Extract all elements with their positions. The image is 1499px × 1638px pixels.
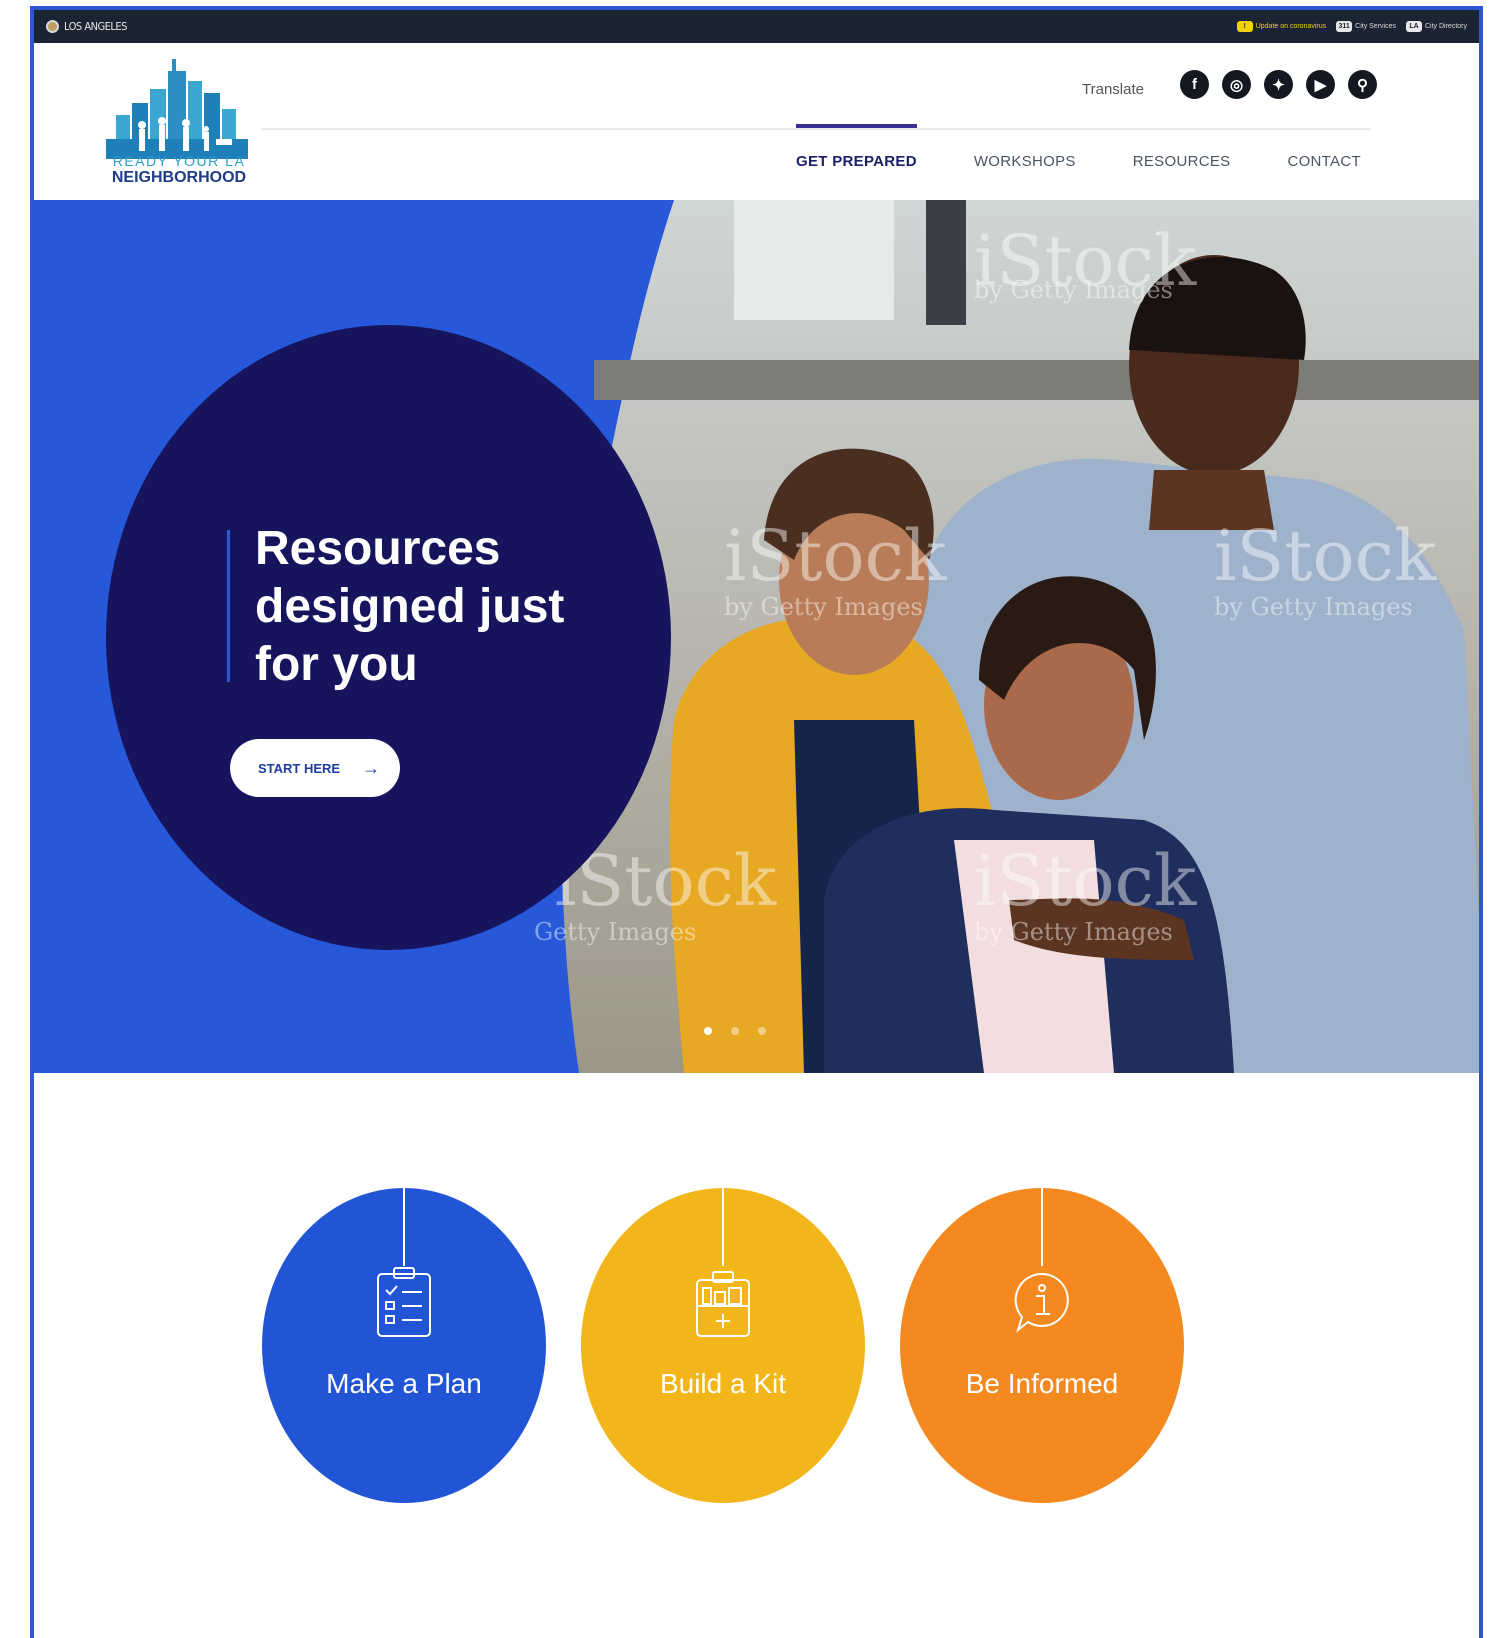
svg-text:Getty Images: Getty Images <box>534 918 696 946</box>
logo-line-1: READY YOUR LA <box>112 153 246 169</box>
city-directory-label: City Directory <box>1424 23 1467 30</box>
feature-section: Make a Plan Build a Kit Be Informed <box>34 1073 1479 1638</box>
city-seal-icon <box>46 20 59 33</box>
arrow-right-icon: → <box>362 757 381 778</box>
city-of-la-link[interactable]: LOS ANGELES <box>46 20 127 33</box>
main-nav: GET PREPARED WORKSHOPS RESOURCES CONTACT <box>796 124 1361 187</box>
start-here-label: START HERE <box>258 760 341 776</box>
hanging-string <box>722 1188 724 1266</box>
translate-link[interactable]: Translate <box>1082 81 1144 98</box>
make-a-plan-card[interactable]: Make a Plan <box>262 1188 546 1503</box>
svg-text:by Getty Images: by Getty Images <box>974 276 1173 304</box>
svg-text:by Getty Images: by Getty Images <box>1214 593 1413 621</box>
nav-resources[interactable]: RESOURCES <box>1133 125 1231 187</box>
svg-text:by Getty Images: by Getty Images <box>974 918 1173 946</box>
emergency-kit-icon <box>696 1271 750 1337</box>
logo-line-2: NEIGHBORHOOD <box>111 169 247 186</box>
carousel-dot-3[interactable] <box>758 1027 766 1035</box>
carousel-dot-1[interactable] <box>704 1027 712 1035</box>
build-a-kit-card[interactable]: Build a Kit <box>581 1188 865 1503</box>
clipboard-checklist-icon <box>377 1267 431 1337</box>
instagram-icon[interactable]: ◎ <box>1222 70 1251 99</box>
facebook-icon[interactable]: f <box>1180 70 1209 99</box>
nav-contact[interactable]: CONTACT <box>1287 125 1360 187</box>
city-utility-bar: LOS ANGELES ! Update on coronavirus 311 … <box>34 10 1479 43</box>
search-icon[interactable]: ⚲ <box>1348 70 1377 99</box>
site-header: READY YOUR LA NEIGHBORHOOD Translate f ◎… <box>34 43 1479 200</box>
city-name: LOS ANGELES <box>64 20 127 33</box>
hanging-string <box>403 1188 405 1266</box>
info-bubble-icon <box>1014 1272 1069 1333</box>
city-directory-link[interactable]: LA City Directory <box>1405 21 1467 32</box>
build-a-kit-label: Build a Kit <box>659 1368 787 1399</box>
coronavirus-update-link[interactable]: ! Update on coronavirus <box>1236 21 1327 32</box>
carousel-dot-2[interactable] <box>731 1027 739 1035</box>
la-badge: LA <box>1405 21 1422 32</box>
make-a-plan-label: Make a Plan <box>326 1368 482 1399</box>
hero-title: Resources designed just for you <box>255 522 565 691</box>
social-links: f ◎ ✦ ▶ ⚲ <box>1180 70 1377 99</box>
svg-text:iStock: iStock <box>724 515 947 597</box>
hero-accent-bar <box>227 530 230 682</box>
svg-text:iStock: iStock <box>974 840 1197 922</box>
twitter-icon[interactable]: ✦ <box>1264 70 1293 99</box>
start-here-button[interactable]: START HERE → <box>230 739 400 797</box>
utility-links: ! Update on coronavirus 311 City Service… <box>1236 21 1467 32</box>
hanging-string <box>1041 1188 1043 1266</box>
alert-icon: ! <box>1236 21 1253 32</box>
nav-get-prepared[interactable]: GET PREPARED <box>796 124 917 187</box>
be-informed-label: Be Informed <box>965 1368 1119 1399</box>
hero-carousel: iStock by Getty Images iStock by Getty I… <box>34 200 1479 1073</box>
youtube-icon[interactable]: ▶ <box>1306 70 1335 99</box>
browser-frame: LOS ANGELES ! Update on coronavirus 311 … <box>30 6 1483 1638</box>
svg-text:by Getty Images: by Getty Images <box>724 593 923 621</box>
carousel-dots <box>704 1027 766 1035</box>
311-badge: 311 <box>1336 21 1353 32</box>
svg-text:iStock: iStock <box>1214 515 1437 597</box>
be-informed-card[interactable]: Be Informed <box>900 1188 1184 1503</box>
coronavirus-update-label: Update on coronavirus <box>1255 23 1327 30</box>
city-services-label: City Services <box>1355 23 1396 30</box>
city-services-link[interactable]: 311 City Services <box>1336 21 1396 32</box>
nav-workshops[interactable]: WORKSHOPS <box>974 125 1076 187</box>
